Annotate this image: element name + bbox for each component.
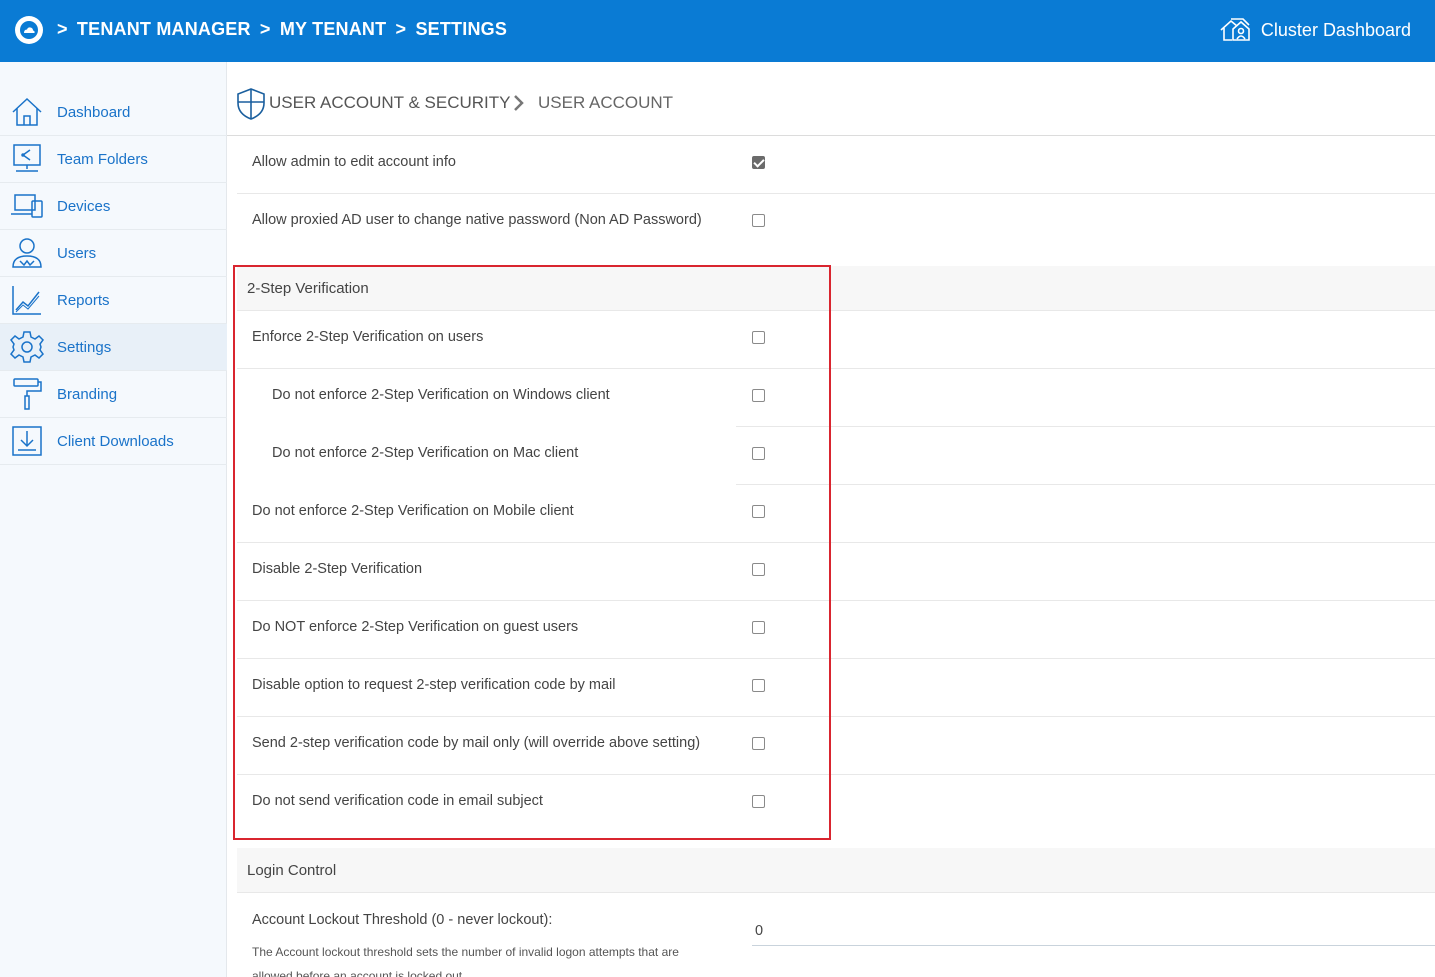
setting-row-disable-2-step: Disable 2-Step Verification	[237, 543, 1435, 601]
setting-label: Do not enforce 2-Step Verification on Wi…	[272, 387, 610, 403]
breadcrumb-separator: >	[259, 19, 271, 39]
section-title[interactable]: USER ACCOUNT & SECURITY	[269, 93, 511, 113]
setting-checkbox[interactable]	[752, 679, 765, 692]
lockout-threshold-label: Account Lockout Threshold (0 - never loc…	[252, 912, 553, 928]
breadcrumb-tenant-manager[interactable]: TENANT MANAGER	[77, 19, 251, 39]
breadcrumb-separator: >	[395, 19, 407, 39]
sidebar-item-label: Reports	[57, 291, 110, 309]
setting-checkbox[interactable]	[752, 447, 765, 460]
setting-checkbox[interactable]	[752, 214, 765, 227]
sidebar-item-users[interactable]: Users	[0, 230, 227, 277]
sidebar-item-label: Team Folders	[57, 150, 148, 168]
setting-row-enforce-2-step: Enforce 2-Step Verification on users	[237, 311, 1435, 369]
sidebar: Dashboard Team Folders Devices Users Rep…	[0, 62, 227, 977]
breadcrumb: > TENANT MANAGER > MY TENANT > SETTINGS	[57, 19, 511, 40]
breadcrumb-settings[interactable]: SETTINGS	[415, 19, 507, 39]
download-icon	[10, 424, 44, 458]
sidebar-item-label: Settings	[57, 338, 112, 356]
sidebar-item-team-folders[interactable]: Team Folders	[0, 136, 227, 183]
main-content: USER ACCOUNT & SECURITY USER ACCOUNT All…	[227, 62, 1435, 977]
cloud-logo-icon[interactable]	[15, 16, 43, 44]
sidebar-item-settings[interactable]: Settings	[0, 324, 227, 371]
paint-roller-icon	[10, 377, 44, 411]
sidebar-item-label: Users	[57, 244, 97, 262]
setting-row-lockout-threshold: Account Lockout Threshold (0 - never loc…	[237, 900, 1435, 977]
setting-checkbox[interactable]	[752, 563, 765, 576]
setting-row-no-code-in-subject: Do not send verification code in email s…	[237, 775, 1435, 833]
shield-icon	[237, 88, 265, 125]
gear-icon	[10, 330, 44, 364]
section-header-login-control: Login Control	[237, 848, 1435, 893]
setting-row-no-2-step-mac: Do not enforce 2-Step Verification on Ma…	[237, 427, 1435, 485]
sidebar-item-label: Client Downloads	[57, 432, 174, 450]
reports-icon	[10, 283, 44, 317]
setting-checkbox[interactable]	[752, 389, 765, 402]
setting-label: Do NOT enforce 2-Step Verification on gu…	[252, 619, 579, 635]
sidebar-item-label: Devices	[57, 197, 111, 215]
cluster-home-icon	[1220, 18, 1250, 41]
setting-row-disable-code-by-mail: Disable option to request 2-step verific…	[237, 659, 1435, 717]
setting-label: Disable 2-Step Verification	[252, 561, 423, 577]
sidebar-item-dashboard[interactable]: Dashboard	[0, 89, 227, 136]
setting-row-code-by-mail-only: Send 2-step verification code by mail on…	[237, 717, 1435, 775]
page-header: USER ACCOUNT & SECURITY USER ACCOUNT	[227, 62, 1435, 136]
setting-row-allow-proxied-ad: Allow proxied AD user to change native p…	[237, 194, 1435, 252]
setting-row-allow-admin-edit: Allow admin to edit account info	[237, 136, 1435, 194]
setting-row-no-2-step-guest: Do NOT enforce 2-Step Verification on gu…	[237, 601, 1435, 659]
chevron-right-icon	[513, 95, 525, 116]
setting-label: Enforce 2-Step Verification on users	[252, 329, 484, 345]
setting-checkbox[interactable]	[752, 156, 765, 169]
setting-label: Do not enforce 2-Step Verification on Ma…	[272, 445, 579, 461]
home-icon	[10, 95, 44, 129]
lockout-threshold-description: The Account lockout threshold sets the n…	[252, 945, 679, 977]
setting-label: Disable option to request 2-step verific…	[252, 677, 616, 693]
setting-checkbox[interactable]	[752, 505, 765, 518]
setting-row-no-2-step-mobile: Do not enforce 2-Step Verification on Mo…	[237, 485, 1435, 543]
breadcrumb-my-tenant[interactable]: MY TENANT	[280, 19, 386, 39]
sidebar-item-client-downloads[interactable]: Client Downloads	[0, 418, 227, 465]
setting-label: Do not send verification code in email s…	[252, 793, 543, 809]
setting-label: Allow admin to edit account info	[252, 154, 456, 170]
setting-checkbox[interactable]	[752, 795, 765, 808]
cluster-dashboard-label: Cluster Dashboard	[1260, 19, 1411, 40]
setting-checkbox[interactable]	[752, 621, 765, 634]
setting-label: Send 2-step verification code by mail on…	[252, 735, 701, 751]
team-folder-icon	[10, 142, 44, 176]
devices-icon	[10, 189, 44, 223]
setting-checkbox[interactable]	[752, 737, 765, 750]
sidebar-item-label: Branding	[57, 385, 118, 403]
setting-checkbox[interactable]	[752, 331, 765, 344]
top-bar: > TENANT MANAGER > MY TENANT > SETTINGS …	[0, 0, 1435, 62]
section-header-2-step: 2-Step Verification	[237, 266, 1435, 311]
setting-label: Do not enforce 2-Step Verification on Mo…	[252, 503, 574, 519]
sidebar-item-reports[interactable]: Reports	[0, 277, 227, 324]
sidebar-item-label: Dashboard	[57, 103, 131, 121]
subsection-title: USER ACCOUNT	[538, 93, 674, 112]
cluster-dashboard-link[interactable]: Cluster Dashboard	[1219, 17, 1411, 43]
section-header-label: Login Control	[247, 862, 337, 879]
section-header-label: 2-Step Verification	[247, 280, 369, 297]
breadcrumb-separator: >	[57, 19, 68, 39]
setting-row-no-2-step-windows: Do not enforce 2-Step Verification on Wi…	[237, 369, 1435, 427]
users-icon	[10, 236, 44, 270]
sidebar-item-devices[interactable]: Devices	[0, 183, 227, 230]
setting-label: Allow proxied AD user to change native p…	[252, 212, 702, 228]
lockout-threshold-input[interactable]	[752, 916, 1435, 946]
sidebar-item-branding[interactable]: Branding	[0, 371, 227, 418]
